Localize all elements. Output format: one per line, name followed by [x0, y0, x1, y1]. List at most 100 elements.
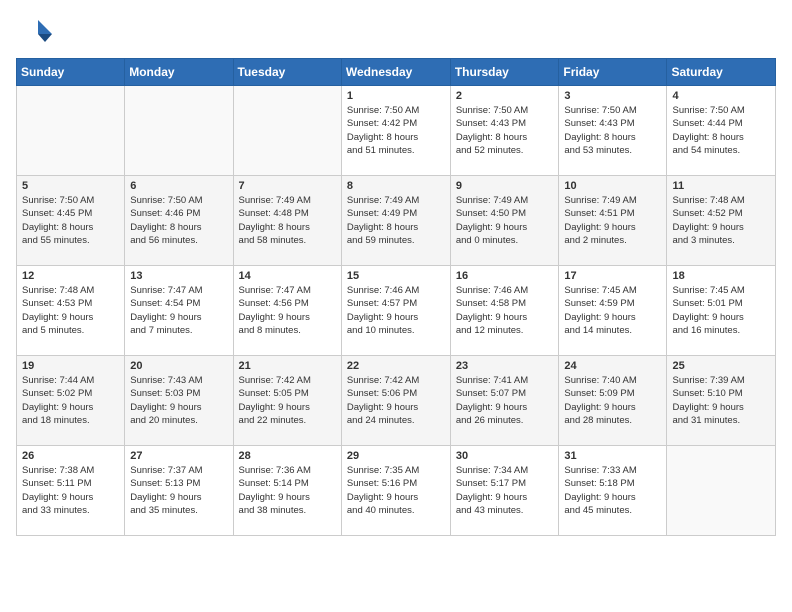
calendar-cell [125, 86, 233, 176]
calendar-cell: 1 Sunrise: 7:50 AM Sunset: 4:42 PM Daylig… [341, 86, 450, 176]
day-number: 28 [239, 450, 336, 462]
day-number: 9 [456, 180, 554, 192]
calendar-cell: 18 Sunrise: 7:45 AM Sunset: 5:01 PM Dayli… [667, 266, 776, 356]
calendar-cell: 21 Sunrise: 7:42 AM Sunset: 5:05 PM Dayli… [233, 356, 341, 446]
day-number: 2 [456, 90, 554, 102]
day-info: Sunrise: 7:50 AM Sunset: 4:44 PM Dayligh… [672, 104, 770, 157]
day-number: 17 [564, 270, 661, 282]
day-info: Sunrise: 7:47 AM Sunset: 4:54 PM Dayligh… [130, 284, 227, 337]
day-number: 18 [672, 270, 770, 282]
day-number: 27 [130, 450, 227, 462]
weekday-header-friday: Friday [559, 59, 667, 86]
day-number: 25 [672, 360, 770, 372]
calendar-cell: 6Sunrise: 7:50 AM Sunset: 4:46 PM Daylig… [125, 176, 233, 266]
calendar-cell: 26Sunrise: 7:38 AM Sunset: 5:11 PM Dayli… [17, 446, 125, 536]
page: SundayMondayTuesdayWednesdayThursdayFrid… [0, 0, 792, 552]
day-info: Sunrise: 7:36 AM Sunset: 5:14 PM Dayligh… [239, 464, 336, 517]
day-info: Sunrise: 7:49 AM Sunset: 4:48 PM Dayligh… [239, 194, 336, 247]
calendar-cell [17, 86, 125, 176]
day-number: 7 [239, 180, 336, 192]
calendar-cell: 31 Sunrise: 7:33 AM Sunset: 5:18 PM Dayli… [559, 446, 667, 536]
day-number: 31 [564, 450, 661, 462]
day-info: Sunrise: 7:35 AM Sunset: 5:16 PM Dayligh… [347, 464, 445, 517]
day-number: 14 [239, 270, 336, 282]
calendar-cell: 12 Sunrise: 7:48 AM Sunset: 4:53 PM Dayli… [17, 266, 125, 356]
day-number: 24 [564, 360, 661, 372]
calendar-cell: 25 Sunrise: 7:39 AM Sunset: 5:10 PM Dayli… [667, 356, 776, 446]
day-number: 10 [564, 180, 661, 192]
day-info: Sunrise: 7:50 AM Sunset: 4:42 PM Dayligh… [347, 104, 445, 157]
day-number: 11 [672, 180, 770, 192]
day-info: Sunrise: 7:50 AM Sunset: 4:43 PM Dayligh… [564, 104, 661, 157]
calendar-cell: 29Sunrise: 7:35 AM Sunset: 5:16 PM Dayli… [341, 446, 450, 536]
calendar-cell: 13 Sunrise: 7:47 AM Sunset: 4:54 PM Dayli… [125, 266, 233, 356]
calendar-cell: 27Sunrise: 7:37 AM Sunset: 5:13 PM Dayli… [125, 446, 233, 536]
calendar-cell: 16Sunrise: 7:46 AM Sunset: 4:58 PM Dayli… [450, 266, 559, 356]
day-info: Sunrise: 7:33 AM Sunset: 5:18 PM Dayligh… [564, 464, 661, 517]
calendar-cell: 23Sunrise: 7:41 AM Sunset: 5:07 PM Dayli… [450, 356, 559, 446]
day-info: Sunrise: 7:49 AM Sunset: 4:49 PM Dayligh… [347, 194, 445, 247]
calendar-cell: 4 Sunrise: 7:50 AM Sunset: 4:44 PM Daylig… [667, 86, 776, 176]
day-info: Sunrise: 7:49 AM Sunset: 4:50 PM Dayligh… [456, 194, 554, 247]
day-number: 4 [672, 90, 770, 102]
day-info: Sunrise: 7:43 AM Sunset: 5:03 PM Dayligh… [130, 374, 227, 427]
logo [16, 10, 56, 50]
day-number: 3 [564, 90, 661, 102]
calendar-cell [233, 86, 341, 176]
day-info: Sunrise: 7:46 AM Sunset: 4:57 PM Dayligh… [347, 284, 445, 337]
day-number: 12 [22, 270, 119, 282]
day-info: Sunrise: 7:34 AM Sunset: 5:17 PM Dayligh… [456, 464, 554, 517]
day-info: Sunrise: 7:50 AM Sunset: 4:45 PM Dayligh… [22, 194, 119, 247]
calendar-week-3: 12 Sunrise: 7:48 AM Sunset: 4:53 PM Dayli… [17, 266, 776, 356]
day-info: Sunrise: 7:45 AM Sunset: 4:59 PM Dayligh… [564, 284, 661, 337]
day-info: Sunrise: 7:39 AM Sunset: 5:10 PM Dayligh… [672, 374, 770, 427]
day-info: Sunrise: 7:47 AM Sunset: 4:56 PM Dayligh… [239, 284, 336, 337]
day-number: 6 [130, 180, 227, 192]
weekday-header-tuesday: Tuesday [233, 59, 341, 86]
calendar-week-4: 19 Sunrise: 7:44 AM Sunset: 5:02 PM Dayli… [17, 356, 776, 446]
day-info: Sunrise: 7:42 AM Sunset: 5:05 PM Dayligh… [239, 374, 336, 427]
calendar-cell: 17 Sunrise: 7:45 AM Sunset: 4:59 PM Dayli… [559, 266, 667, 356]
calendar-week-1: 1 Sunrise: 7:50 AM Sunset: 4:42 PM Daylig… [17, 86, 776, 176]
day-number: 20 [130, 360, 227, 372]
day-number: 30 [456, 450, 554, 462]
calendar-cell: 10 Sunrise: 7:49 AM Sunset: 4:51 PM Dayli… [559, 176, 667, 266]
calendar-cell: 14 Sunrise: 7:47 AM Sunset: 4:56 PM Dayli… [233, 266, 341, 356]
calendar-cell: 7 Sunrise: 7:49 AM Sunset: 4:48 PM Daylig… [233, 176, 341, 266]
day-info: Sunrise: 7:38 AM Sunset: 5:11 PM Dayligh… [22, 464, 119, 517]
weekday-header-sunday: Sunday [17, 59, 125, 86]
calendar-cell: 5 Sunrise: 7:50 AM Sunset: 4:45 PM Daylig… [17, 176, 125, 266]
day-info: Sunrise: 7:41 AM Sunset: 5:07 PM Dayligh… [456, 374, 554, 427]
weekday-header-thursday: Thursday [450, 59, 559, 86]
day-info: Sunrise: 7:48 AM Sunset: 4:52 PM Dayligh… [672, 194, 770, 247]
calendar-cell: 15 Sunrise: 7:46 AM Sunset: 4:57 PM Dayli… [341, 266, 450, 356]
day-info: Sunrise: 7:44 AM Sunset: 5:02 PM Dayligh… [22, 374, 119, 427]
calendar-cell: 8 Sunrise: 7:49 AM Sunset: 4:49 PM Daylig… [341, 176, 450, 266]
day-number: 5 [22, 180, 119, 192]
day-number: 15 [347, 270, 445, 282]
header [16, 10, 776, 50]
calendar-cell: 24 Sunrise: 7:40 AM Sunset: 5:09 PM Dayli… [559, 356, 667, 446]
weekday-header-row: SundayMondayTuesdayWednesdayThursdayFrid… [17, 59, 776, 86]
weekday-header-monday: Monday [125, 59, 233, 86]
day-number: 8 [347, 180, 445, 192]
day-info: Sunrise: 7:48 AM Sunset: 4:53 PM Dayligh… [22, 284, 119, 337]
day-info: Sunrise: 7:50 AM Sunset: 4:43 PM Dayligh… [456, 104, 554, 157]
calendar-table: SundayMondayTuesdayWednesdayThursdayFrid… [16, 58, 776, 536]
day-number: 1 [347, 90, 445, 102]
day-number: 21 [239, 360, 336, 372]
calendar-cell: 20 Sunrise: 7:43 AM Sunset: 5:03 PM Dayli… [125, 356, 233, 446]
day-info: Sunrise: 7:49 AM Sunset: 4:51 PM Dayligh… [564, 194, 661, 247]
weekday-header-saturday: Saturday [667, 59, 776, 86]
day-number: 13 [130, 270, 227, 282]
calendar-cell: 11 Sunrise: 7:48 AM Sunset: 4:52 PM Dayli… [667, 176, 776, 266]
calendar-cell [667, 446, 776, 536]
calendar-cell: 9 Sunrise: 7:49 AM Sunset: 4:50 PM Daylig… [450, 176, 559, 266]
calendar-cell: 28 Sunrise: 7:36 AM Sunset: 5:14 PM Dayli… [233, 446, 341, 536]
day-number: 22 [347, 360, 445, 372]
day-info: Sunrise: 7:40 AM Sunset: 5:09 PM Dayligh… [564, 374, 661, 427]
weekday-header-wednesday: Wednesday [341, 59, 450, 86]
calendar-cell: 3 Sunrise: 7:50 AM Sunset: 4:43 PM Daylig… [559, 86, 667, 176]
day-number: 19 [22, 360, 119, 372]
day-info: Sunrise: 7:45 AM Sunset: 5:01 PM Dayligh… [672, 284, 770, 337]
